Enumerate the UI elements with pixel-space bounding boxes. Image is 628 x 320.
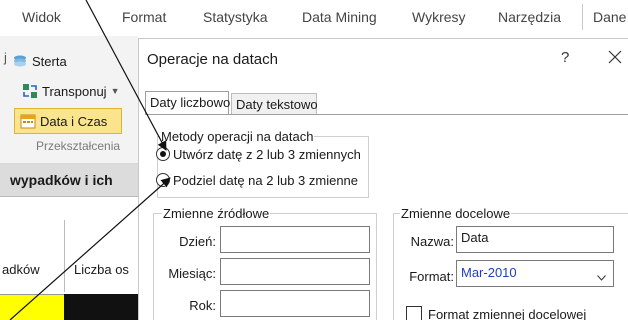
methods-group: Metody operacji na datach Utwórz datę z … [156, 129, 369, 198]
menu-wykresy[interactable]: Wykresy [412, 9, 466, 25]
target-format-checkbox-label: Format zmiennej docelowej [428, 306, 587, 320]
target-variables-group: Zmienne docelowe Nazwa: Data Format: Mar… [393, 206, 628, 320]
ribbon-menubar: Widok Format Statystyka Data Mining Wykr… [0, 0, 628, 36]
month-input[interactable] [220, 258, 370, 285]
target-legend: Zmienne docelowe [400, 206, 512, 221]
transpose-icon [22, 83, 38, 99]
target-format-checkbox[interactable] [406, 306, 422, 320]
chevron-down-icon [597, 269, 606, 281]
radio-create-date-label: Utwórz datę z 2 lub 3 zmiennych [173, 146, 361, 162]
menu-dane[interactable]: Dane [593, 9, 626, 25]
radio-split-date[interactable]: Podziel datę na 2 lub 3 zmienne [156, 171, 358, 189]
column-divider [64, 220, 65, 292]
tab-daty-tekstowo[interactable]: Daty tekstowo [231, 93, 318, 115]
format-select[interactable]: Mar-2010 [456, 260, 614, 287]
sheet-title-bar: wypadków i ich [0, 164, 138, 197]
source-legend: Zmienne źródłowe [162, 206, 271, 221]
data-i-czas-label: Data i Czas [40, 113, 108, 129]
methods-legend: Metody operacji na datach [160, 129, 315, 144]
source-variables-group: Zmienne źródłowe Dzień: Miesiąc: Rok: [153, 206, 377, 320]
target-format-checkbox-row[interactable]: Format zmiennej docelowej [406, 306, 586, 320]
dialog-title: Operacje na datach [147, 51, 278, 68]
tab-baseline [145, 114, 628, 115]
menu-format[interactable]: Format [122, 9, 166, 25]
sheet-title: wypadków i ich [10, 172, 113, 188]
column-header-1[interactable]: adków [2, 262, 40, 277]
highlighted-cell[interactable] [0, 294, 64, 320]
radio-split-date-label: Podziel datę na 2 lub 3 zmienne [173, 172, 359, 188]
radio-create-date[interactable]: Utwórz datę z 2 lub 3 zmiennych [156, 145, 361, 163]
calendar-icon [20, 113, 36, 129]
menu-separator [582, 4, 583, 30]
close-icon[interactable] [605, 47, 625, 67]
stack-icon [12, 53, 28, 69]
column-header-2[interactable]: Liczba os [74, 262, 129, 277]
name-input[interactable]: Data [456, 226, 614, 253]
operations-dialog: Operacje na datach ? Daty liczbowo Daty … [138, 38, 628, 320]
year-label: Rok: [189, 298, 216, 313]
data-i-czas-button[interactable]: Data i Czas [20, 110, 107, 132]
radio-button[interactable] [156, 173, 170, 187]
name-label: Nazwa: [410, 234, 454, 249]
transponuj-label: Transponuj [42, 83, 107, 99]
dropdown-arrow-icon[interactable]: ▼ [111, 86, 120, 96]
day-input[interactable] [220, 226, 370, 253]
day-label: Dzień: [179, 234, 216, 249]
ribbon-edge-fragment: j [4, 50, 7, 65]
menu-widok[interactable]: Widok [22, 9, 61, 25]
year-input[interactable] [220, 290, 370, 317]
month-label: Miesiąc: [168, 266, 216, 281]
format-label: Format: [409, 269, 454, 284]
radio-button-checked[interactable] [156, 147, 170, 161]
menu-data-mining[interactable]: Data Mining [302, 9, 377, 25]
help-button[interactable]: ? [561, 49, 569, 66]
ribbon-group: j Sterta Transponuj ▼ Data i Czas Przeks… [0, 36, 138, 164]
sterta-button[interactable]: Sterta [12, 50, 67, 72]
transponuj-button[interactable]: Transponuj ▼ [22, 80, 119, 102]
format-select-value: Mar-2010 [461, 265, 517, 280]
dark-cell[interactable] [64, 294, 138, 320]
menu-statystyka[interactable]: Statystyka [203, 9, 268, 25]
sterta-label: Sterta [32, 53, 67, 69]
tab-daty-liczbowo[interactable]: Daty liczbowo [145, 91, 230, 115]
menu-narzedzia[interactable]: Narzędzia [498, 9, 561, 25]
ribbon-group-label: Przekształcenia [36, 139, 121, 153]
